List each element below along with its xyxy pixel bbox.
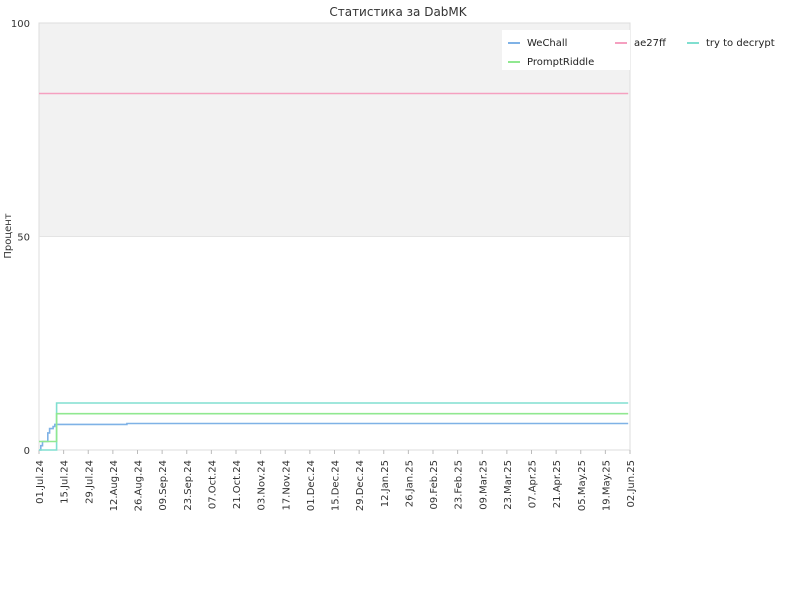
x-tick-label: 09.Mar.25: [478, 460, 489, 510]
legend-label: ae27ff: [634, 38, 667, 49]
x-tick-label: 05.May.25: [577, 460, 588, 511]
x-tick-label: 12.Aug.24: [109, 460, 120, 511]
x-tick-label: 26.Aug.24: [134, 460, 145, 511]
chart-title: Статистика за DabMK: [329, 5, 467, 19]
x-tick-label: 07.Oct.24: [207, 460, 218, 509]
x-tick-label: 12.Jan.25: [380, 460, 391, 507]
x-tick-label: 02.Jun.25: [626, 460, 637, 507]
y-tick-label: 100: [11, 19, 30, 30]
x-tick-label: 15.Dec.24: [331, 460, 342, 511]
x-tick-label: 21.Oct.24: [232, 460, 243, 509]
y-tick-label: 50: [17, 233, 30, 244]
legend-label: WeChall: [527, 38, 567, 49]
series-line-promptriddle: [39, 412, 629, 443]
x-tick-label: 23.Sep.24: [183, 460, 194, 511]
x-tick-label: 09.Sep.24: [158, 460, 169, 511]
x-tick-label: 23.Feb.25: [454, 460, 465, 510]
y-tick-label: 0: [24, 446, 30, 457]
x-tick-label: 07.Apr.25: [528, 460, 539, 508]
line-chart: Статистика за DabMK Процент 0 50 100 01.Jul…: [3, 5, 775, 511]
y-axis-label: Процент: [3, 213, 14, 258]
series-line-try-to-decrypt: [39, 402, 629, 451]
x-tick-label: 09.Feb.25: [429, 460, 440, 510]
legend: WeChall ae27ff try to decrypt PromptRiddle: [502, 30, 775, 70]
x-tick-label: 23.Mar.25: [503, 460, 514, 510]
x-tick-label: 15.Jul.24: [60, 460, 71, 504]
series-line-wechall: [39, 422, 629, 451]
x-tick-label: 29.Jul.24: [84, 460, 95, 504]
x-tick-label: 01.Dec.24: [306, 460, 317, 511]
x-tick-label: 29.Dec.24: [355, 460, 366, 511]
x-tick-label: 19.May.25: [601, 460, 612, 511]
x-tick-label: 03.Nov.24: [257, 460, 268, 511]
x-tick-label: 26.Jan.25: [404, 460, 415, 507]
legend-label: PromptRiddle: [527, 57, 594, 68]
x-tick-label: 17.Nov.24: [281, 460, 292, 511]
plot-area: 0 50 100 01.Jul.24 15.Jul.24 29.Jul.24 12.Aug.…: [11, 19, 637, 511]
x-tick-label: 01.Jul.24: [35, 460, 46, 504]
x-tick-label: 21.Apr.25: [552, 460, 563, 508]
legend-label: try to decrypt: [706, 38, 775, 49]
